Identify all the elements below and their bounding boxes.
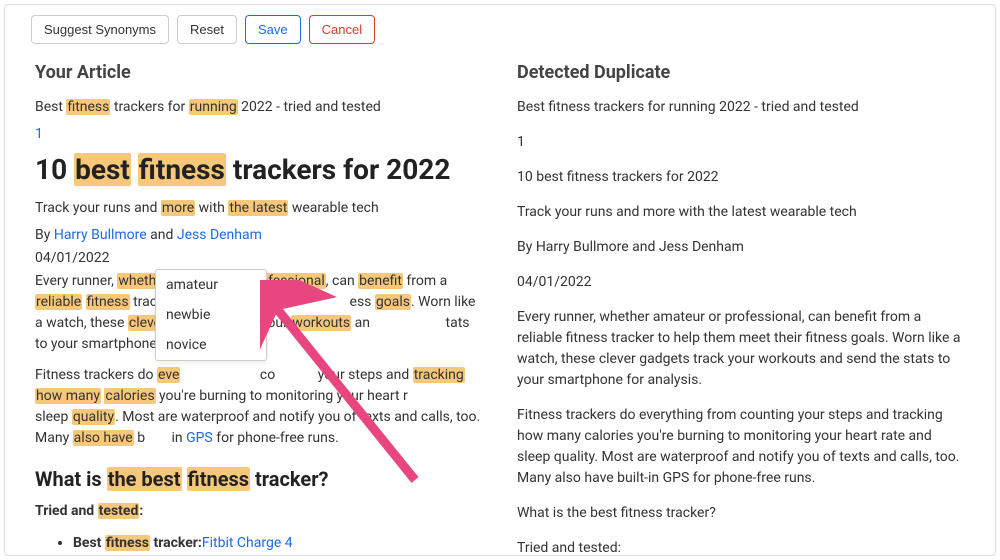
dup-p1: Every runner, whether amateur or profess… <box>517 307 965 391</box>
synonym-option[interactable]: amateur <box>156 270 266 300</box>
detected-duplicate-heading: Detected Duplicate <box>517 62 965 83</box>
highlight[interactable]: benefit <box>358 273 403 289</box>
highlight[interactable]: fitness <box>138 153 226 186</box>
highlight[interactable]: how many <box>35 388 101 404</box>
article-title: 10 best fitness trackers for 2022 <box>35 153 483 186</box>
detected-duplicate-column: Detected Duplicate Best fitness trackers… <box>517 62 965 556</box>
highlight[interactable]: the best <box>107 467 182 491</box>
gps-link[interactable]: GPS <box>186 430 213 446</box>
dup-p2: Fitness trackers do everything from coun… <box>517 405 965 489</box>
dup-num: 1 <box>517 132 965 153</box>
list-item: Best fitness tracker:Fitbit Charge 4 <box>73 532 483 554</box>
num-link[interactable]: 1 <box>35 126 43 142</box>
synonym-option[interactable]: novice <box>156 330 266 360</box>
highlight[interactable]: quality <box>72 409 115 425</box>
dup-subheading: What is the best fitness tracker? <box>517 503 965 524</box>
toolbar: Suggest Synonyms Reset Save Cancel <box>5 5 995 62</box>
your-article-heading: Your Article <box>35 62 483 83</box>
paragraph-2: Fitness trackers do everything from coun… <box>35 365 483 449</box>
highlight[interactable]: calories <box>104 388 155 404</box>
author-link[interactable]: Jess Denham <box>177 227 262 243</box>
product-link[interactable]: Fitbit Charge 4 <box>202 535 293 551</box>
highlight[interactable]: running <box>189 99 238 115</box>
dup-byline: By Harry Bullmore and Jess Denham <box>517 237 965 258</box>
dup-tagline: Track your runs and more with the latest… <box>517 202 965 223</box>
dup-title: 10 best fitness trackers for 2022 <box>517 167 965 188</box>
tried-tested: Tried and tested: <box>35 501 483 522</box>
highlight[interactable]: fitness <box>66 99 110 115</box>
highlight[interactable]: reliable <box>35 294 82 310</box>
save-button[interactable]: Save <box>245 15 301 44</box>
highlight[interactable]: also have <box>73 430 134 446</box>
synonym-dropdown[interactable]: amateur newbie novice <box>155 269 267 361</box>
reset-button[interactable]: Reset <box>177 15 237 44</box>
highlight[interactable]: tracking <box>413 367 465 383</box>
byline: By Harry Bullmore and Jess Denham <box>35 225 483 246</box>
list-item: Runner-up fitness tracker:Polar Ignite <box>73 554 483 556</box>
suggest-synonyms-button[interactable]: Suggest Synonyms <box>31 15 169 44</box>
highlight[interactable]: tested <box>98 503 140 519</box>
tagline: Track your runs and more with the latest… <box>35 198 483 219</box>
highlight[interactable]: eve <box>157 367 180 383</box>
dup-date: 04/01/2022 <box>517 272 965 293</box>
dup-meta: Best fitness trackers for running 2022 -… <box>517 97 965 118</box>
highlight[interactable]: best <box>74 153 131 186</box>
highlight[interactable]: more <box>161 200 195 216</box>
dup-tried: Tried and tested: <box>517 538 965 556</box>
highlight[interactable]: workouts <box>291 315 351 331</box>
article-meta: Best fitness trackers for running 2022 -… <box>35 97 483 118</box>
highlight[interactable]: fitness <box>187 467 251 491</box>
author-link[interactable]: Harry Bullmore <box>54 227 147 243</box>
date: 04/01/2022 <box>35 248 483 269</box>
tracker-list: Best fitness tracker:Fitbit Charge 4 Run… <box>35 532 483 556</box>
synonym-option[interactable]: newbie <box>156 300 266 330</box>
subheading: What is the best fitness tracker? <box>35 467 483 491</box>
highlight[interactable]: goals <box>375 294 411 310</box>
highlight[interactable]: the latest <box>228 200 288 216</box>
cancel-button[interactable]: Cancel <box>309 15 375 44</box>
highlight[interactable]: fitness <box>105 535 150 551</box>
highlight[interactable]: fitness <box>86 294 130 310</box>
